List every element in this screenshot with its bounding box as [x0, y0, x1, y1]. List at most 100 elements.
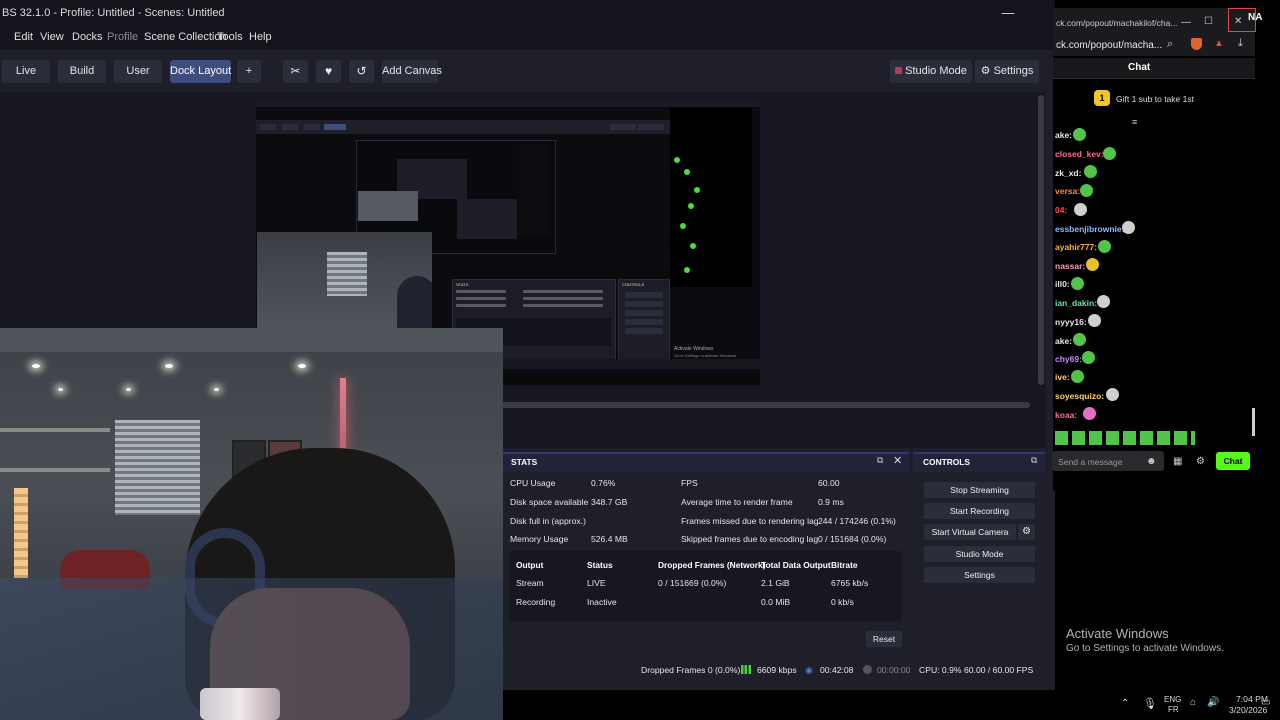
skipped-frames-label: Skipped frames due to encoding lag: [681, 534, 819, 544]
stats-title: STATS: [511, 457, 538, 467]
emote-icon: [1073, 333, 1086, 346]
dropped-frames-status: Dropped Frames 0 (0.0%): [641, 665, 741, 675]
table-cell: 0 / 151669 (0.0%): [658, 578, 727, 588]
table-cell: 2.1 GiB: [761, 578, 790, 588]
maximize-icon[interactable]: ☐: [1204, 16, 1213, 27]
cpu-label: CPU Usage: [510, 478, 556, 488]
nested-ctl-button: [625, 301, 663, 307]
chat-send-button[interactable]: Chat: [1216, 452, 1250, 470]
volume-icon[interactable]: 🔊: [1207, 697, 1219, 708]
microphone-icon[interactable]: 🎙: [1143, 697, 1157, 710]
gift-icon[interactable]: ▦: [1173, 456, 1182, 467]
preview-scrollbar-vertical[interactable]: [1038, 95, 1044, 385]
notification-icon[interactable]: ▭: [1261, 697, 1270, 708]
chat-message-user[interactable]: nyyy16:: [1055, 317, 1087, 327]
chat-message-user[interactable]: ayahir777:: [1055, 242, 1097, 252]
tools-icon[interactable]: ✂: [283, 60, 308, 83]
emoji-icon[interactable]: ☻: [1146, 456, 1157, 467]
studio-mode-control-button[interactable]: Studio Mode: [924, 546, 1035, 562]
dock-layout-button[interactable]: Dock Layout: [170, 60, 231, 83]
record-time: 00:00:00: [877, 665, 911, 675]
start-virtual-camera-button[interactable]: Start Virtual Camera: [924, 524, 1016, 540]
chat-message-user[interactable]: ake:: [1055, 336, 1072, 346]
stop-streaming-button[interactable]: Stop Streaming: [924, 482, 1035, 498]
browser-url[interactable]: ck.com/popout/macha...: [1056, 40, 1162, 51]
chat-message-user[interactable]: soyesquizo:: [1055, 391, 1104, 401]
menu-edit[interactable]: Edit: [14, 31, 33, 43]
close-icon[interactable]: ✕: [893, 454, 902, 467]
nested-line: [523, 290, 603, 293]
emote-icon: [1071, 277, 1084, 290]
chat-message-user[interactable]: ive:: [1055, 372, 1070, 382]
settings-control-button[interactable]: Settings: [924, 567, 1035, 583]
start-recording-button[interactable]: Start Recording: [924, 503, 1035, 519]
emote-icon: [1088, 314, 1101, 327]
live-button[interactable]: Live: [2, 60, 50, 83]
virtual-camera-settings-icon[interactable]: ⚙: [1018, 524, 1035, 540]
alert-icon[interactable]: ▲: [1214, 38, 1224, 49]
chat-message-user[interactable]: zk_xd:: [1055, 168, 1081, 178]
download-icon[interactable]: ⤓: [1238, 37, 1243, 50]
undock-icon[interactable]: ⧉: [877, 455, 883, 466]
nested-ctl-button: [625, 328, 663, 334]
menu-docks[interactable]: Docks: [72, 31, 103, 43]
nested-ctl-button: [625, 319, 663, 325]
refresh-icon[interactable]: ↺: [349, 60, 374, 83]
zoom-icon[interactable]: ⌕: [1167, 38, 1173, 51]
menu-profile[interactable]: Profile: [107, 31, 138, 43]
build-button[interactable]: Build: [58, 60, 106, 83]
memory-value: 526.4 MB: [591, 534, 628, 544]
chat-input-placeholder[interactable]: Send a message: [1058, 457, 1123, 467]
heart-icon[interactable]: ♥: [316, 60, 341, 83]
chat-message-user[interactable]: closed_kev:: [1055, 149, 1104, 159]
menu-tools[interactable]: Tools: [217, 31, 243, 43]
studio-mode-icon: [895, 67, 903, 74]
chat-message-user[interactable]: ill0:: [1055, 279, 1070, 289]
emote-icon: [1097, 295, 1110, 308]
expand-icon[interactable]: ≡: [1132, 117, 1137, 127]
chat-message-user[interactable]: versa:: [1055, 186, 1080, 196]
table-cell: 0.0 MiB: [761, 597, 791, 607]
language-indicator[interactable]: ENG: [1164, 695, 1181, 704]
minimize-icon[interactable]: —: [1181, 17, 1191, 28]
reset-button[interactable]: Reset: [866, 631, 902, 647]
table-cell: Stream: [516, 578, 544, 588]
chat-message-user[interactable]: ake:: [1055, 130, 1072, 140]
menu-scene-collection[interactable]: Scene Collection: [144, 31, 227, 43]
missed-frames-value: 244 / 174246 (0.1%): [818, 516, 896, 526]
maximize-button[interactable]: [991, 0, 1025, 26]
gift-sub-icon[interactable]: 1: [1094, 90, 1110, 106]
network-icon[interactable]: ⌂: [1190, 697, 1196, 708]
brave-shield-icon[interactable]: [1191, 38, 1202, 50]
menu-help[interactable]: Help: [249, 31, 272, 43]
menu-view[interactable]: View: [40, 31, 64, 43]
nested-emote: [684, 267, 690, 273]
settings-button[interactable]: ⚙ Settings: [975, 60, 1039, 83]
preview-scrollbar-horizontal[interactable]: [500, 402, 1030, 408]
chat-message-user[interactable]: chy69:: [1055, 354, 1082, 364]
chat-message-user[interactable]: 04:: [1055, 205, 1067, 215]
chat-message-user[interactable]: nassar:: [1055, 261, 1085, 271]
gift-sub-text[interactable]: Gift 1 sub to take 1st: [1116, 94, 1194, 104]
studio-mode-label: Studio Mode: [905, 65, 967, 77]
user-button[interactable]: User: [114, 60, 162, 83]
add-canvas-button[interactable]: Add Canvas: [382, 60, 442, 83]
chat-message-user[interactable]: ian_dakin:: [1055, 298, 1097, 308]
emote-icon: [1122, 221, 1135, 234]
undock-icon[interactable]: ⧉: [1031, 455, 1037, 466]
nested-emote: [684, 169, 690, 175]
table-header: Bitrate: [831, 560, 858, 570]
chat-header: [1053, 58, 1255, 79]
nested-line: [456, 290, 506, 293]
table-cell: Inactive: [587, 597, 617, 607]
memory-label: Memory Usage: [510, 534, 569, 544]
add-button[interactable]: +: [237, 60, 261, 83]
chat-message-user[interactable]: koaa:: [1055, 410, 1077, 420]
table-cell: 6765 kb/s: [831, 578, 869, 588]
gear-icon[interactable]: ⚙: [1196, 456, 1205, 467]
table-cell: 0 kb/s: [831, 597, 854, 607]
studio-mode-button[interactable]: Studio Mode: [890, 60, 972, 83]
chat-message-user[interactable]: essbenjibrownie:: [1055, 224, 1124, 234]
ceiling-light: [126, 388, 131, 391]
chevron-up-icon[interactable]: ⌃: [1121, 698, 1129, 709]
